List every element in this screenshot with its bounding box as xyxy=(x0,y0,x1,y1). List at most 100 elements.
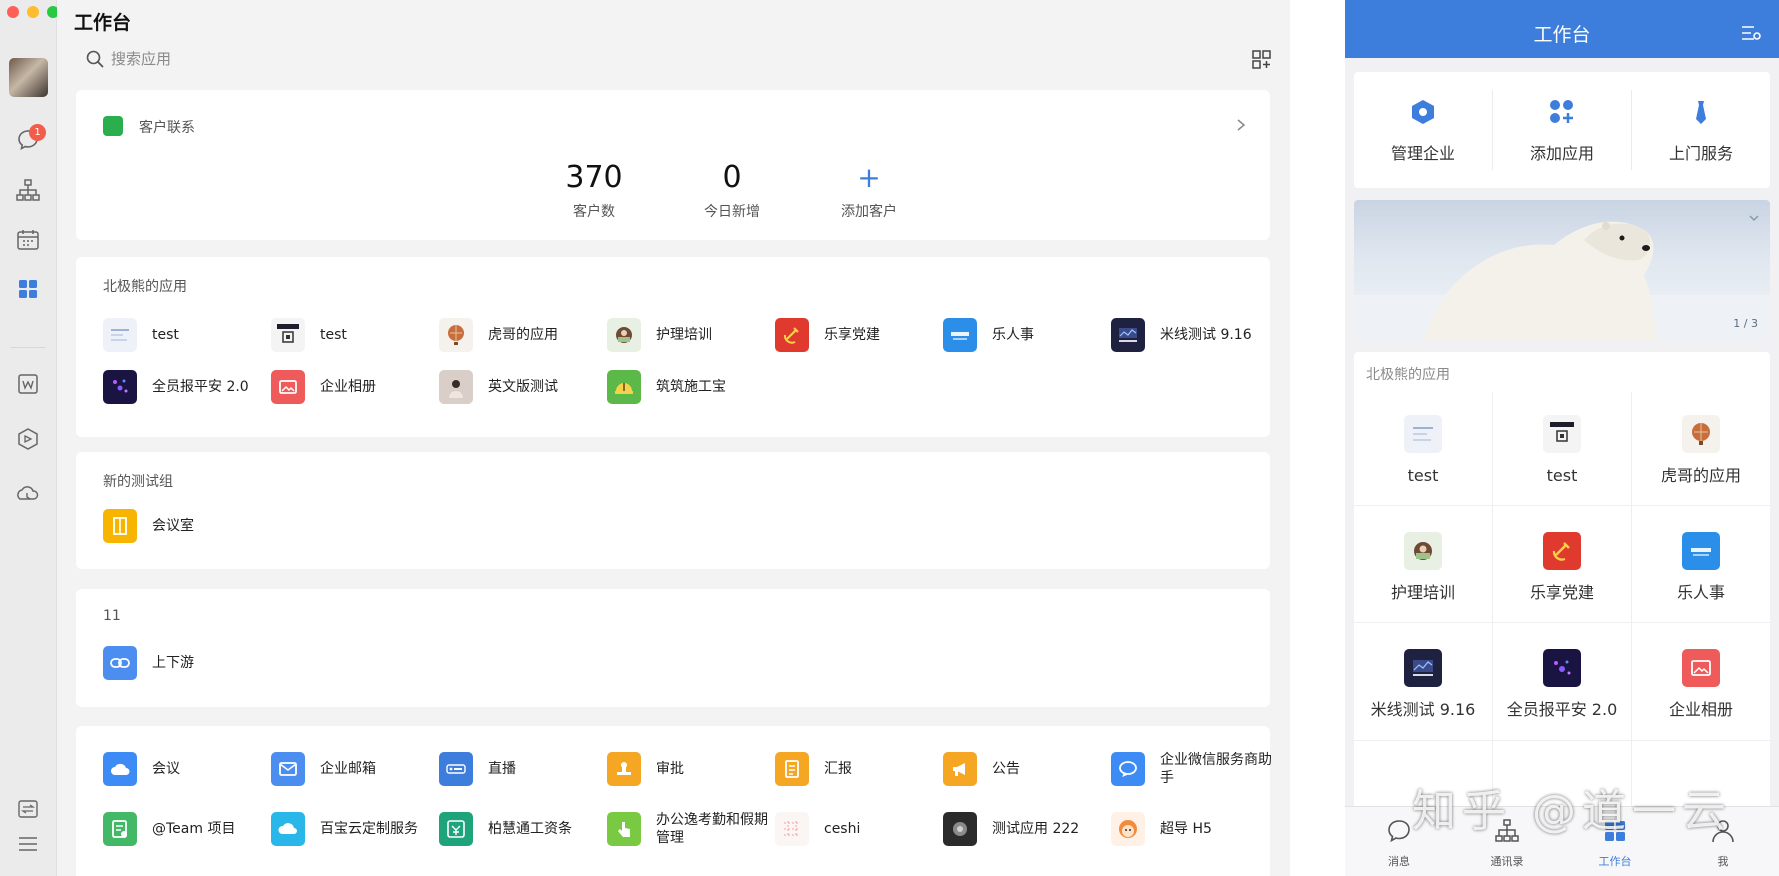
drive-icon[interactable] xyxy=(14,425,42,453)
chevron-right-icon[interactable] xyxy=(1234,118,1248,132)
mobile-app-label: 企业相册 xyxy=(1668,700,1733,719)
app-baibao[interactable]: 百宝云定制服务 xyxy=(271,809,436,849)
add-app-button[interactable]: 添加应用 xyxy=(1493,72,1631,188)
mobile-app-nursing[interactable]: 护理培训 xyxy=(1354,532,1492,650)
app-approval[interactable]: 审批 xyxy=(607,749,772,789)
mobile-app-hr[interactable]: 乐人事 xyxy=(1632,532,1770,650)
new-today-stat[interactable]: 0 今日新增 xyxy=(672,160,792,221)
onsite-service-button[interactable]: 上门服务 xyxy=(1632,72,1770,188)
chevron-down-icon[interactable] xyxy=(1748,212,1760,224)
mobile-app-label: 米线测试 9.16 xyxy=(1370,700,1476,719)
search-icon xyxy=(86,50,104,68)
add-customer-button[interactable]: + 添加客户 xyxy=(809,160,929,221)
messages-badge: 1 xyxy=(29,124,46,141)
app-root: 1 工作台 搜索应用 客户联系 370 客户数 0 今日新增 + 添加客户 北极… xyxy=(0,0,1779,876)
settings-icon[interactable] xyxy=(1740,22,1762,44)
meeting-icon[interactable] xyxy=(14,481,42,509)
app-test-2[interactable]: test xyxy=(271,315,436,355)
app-team-project[interactable]: @Team 项目 xyxy=(103,809,268,849)
desktop-window: 1 工作台 搜索应用 客户联系 370 客户数 0 今日新增 + 添加客户 北极… xyxy=(0,0,1290,876)
app-label: 汇报 xyxy=(824,761,852,777)
app-label: 百宝云定制服务 xyxy=(320,821,418,837)
tab-label: 通讯录 xyxy=(1490,855,1524,868)
app-live[interactable]: 直播 xyxy=(439,749,604,789)
quick-label: 上门服务 xyxy=(1668,144,1733,163)
portrait-icon xyxy=(439,370,473,404)
mobile-app-album[interactable]: 企业相册 xyxy=(1632,649,1770,767)
user-avatar[interactable] xyxy=(9,58,48,97)
chat-bubble-icon xyxy=(1388,820,1410,843)
dashboard-icon xyxy=(1404,649,1442,687)
workbench-icon[interactable] xyxy=(14,275,42,303)
app-group-system: 会议 企业邮箱 直播 审批 汇报 公告 企业微信服务商助手 @Team 项目 百… xyxy=(76,726,1272,876)
customer-contact-card[interactable]: 客户联系 370 客户数 0 今日新增 + 添加客户 xyxy=(76,90,1270,240)
manage-enterprise-button[interactable]: 管理企业 xyxy=(1354,72,1492,188)
mobile-app-party[interactable]: 乐享党建 xyxy=(1493,532,1631,650)
app-ceshi[interactable]: ceshi xyxy=(775,809,940,849)
customer-count-value: 370 xyxy=(565,160,623,195)
app-label: 英文版测试 xyxy=(488,379,558,395)
app-notice[interactable]: 公告 xyxy=(943,749,1108,789)
mobile-app-mixian[interactable]: 米线测试 9.16 xyxy=(1354,649,1492,767)
app-nursing[interactable]: 护理培训 xyxy=(607,315,772,355)
app-payslip[interactable]: 柏慧通工资条 xyxy=(439,809,604,849)
search-input[interactable] xyxy=(111,46,511,72)
app-english[interactable]: 英文版测试 xyxy=(439,367,604,407)
app-label: 办公逸考勤和假期管理 xyxy=(656,812,768,846)
app-mixian[interactable]: 米线测试 9.16 xyxy=(1111,315,1276,355)
app-attendance[interactable]: 办公逸考勤和假期管理 xyxy=(607,809,772,849)
app-label: 直播 xyxy=(488,761,516,777)
mobile-app-test-2[interactable]: test xyxy=(1493,415,1631,533)
qr-code-icon xyxy=(1543,415,1581,453)
app-report[interactable]: 汇报 xyxy=(775,749,940,789)
close-window-button[interactable] xyxy=(7,6,19,18)
window-controls xyxy=(7,6,59,18)
menu-icon[interactable] xyxy=(14,830,42,858)
hexagon-icon xyxy=(1412,100,1434,124)
live-icon xyxy=(439,752,473,786)
engine-icon xyxy=(943,812,977,846)
app-label: 审批 xyxy=(656,761,684,777)
report-icon xyxy=(775,752,809,786)
org-chart-icon[interactable] xyxy=(14,176,42,204)
calendar-icon[interactable] xyxy=(14,226,42,254)
mobile-app-safety[interactable]: 全员报平安 2.0 xyxy=(1493,649,1631,767)
app-test-222[interactable]: 测试应用 222 xyxy=(943,809,1108,849)
mobile-app-test-1[interactable]: test xyxy=(1354,415,1492,533)
app-album[interactable]: 企业相册 xyxy=(271,367,436,407)
tab-label: 消息 xyxy=(1388,855,1410,868)
app-service-assistant[interactable]: 企业微信服务商助手 xyxy=(1111,749,1276,789)
app-hr[interactable]: 乐人事 xyxy=(943,315,1108,355)
app-party[interactable]: 乐享党建 xyxy=(775,315,940,355)
app-meeting[interactable]: 会议 xyxy=(103,749,268,789)
concert-icon xyxy=(1543,649,1581,687)
app-safety[interactable]: 全员报平安 2.0 xyxy=(103,367,268,407)
app-construction[interactable]: 筑筑施工宝 xyxy=(607,367,772,407)
app-mail[interactable]: 企业邮箱 xyxy=(271,749,436,789)
mobile-app-label: 乐享党建 xyxy=(1529,583,1594,602)
group-title: 11 xyxy=(103,608,121,624)
quick-label: 管理企业 xyxy=(1390,144,1455,163)
photo-icon xyxy=(1682,649,1720,687)
app-label: 筑筑施工宝 xyxy=(656,379,726,395)
customer-count-stat[interactable]: 370 客户数 xyxy=(534,160,654,221)
app-meeting-room[interactable]: 会议室 xyxy=(103,506,268,546)
app-upstream[interactable]: 上下游 xyxy=(103,643,268,683)
add-app-grid-icon[interactable] xyxy=(1251,49,1272,70)
app-label: 柏慧通工资条 xyxy=(488,821,572,837)
banner-carousel[interactable]: 1 / 3 xyxy=(1354,200,1770,340)
mobile-app-label: 乐人事 xyxy=(1676,583,1725,602)
switch-icon[interactable] xyxy=(14,795,42,823)
app-group-polar-bear: 北极熊的应用 test test 虎哥的应用 护理培训 乐享党建 乐人事 米线测… xyxy=(76,257,1270,437)
app-test-1[interactable]: test xyxy=(103,315,268,355)
page-title: 工作台 xyxy=(74,12,132,34)
group-title: 新的测试组 xyxy=(103,474,173,490)
dashboard-icon xyxy=(1111,318,1145,352)
docs-icon[interactable] xyxy=(14,370,42,398)
door-icon xyxy=(103,509,137,543)
mobile-app-tiger[interactable]: 虎哥的应用 xyxy=(1632,415,1770,533)
hr-logo-icon xyxy=(1682,532,1720,570)
minimize-window-button[interactable] xyxy=(27,6,39,18)
app-tiger[interactable]: 虎哥的应用 xyxy=(439,315,604,355)
app-chaodao[interactable]: 超导 H5 xyxy=(1111,809,1276,849)
